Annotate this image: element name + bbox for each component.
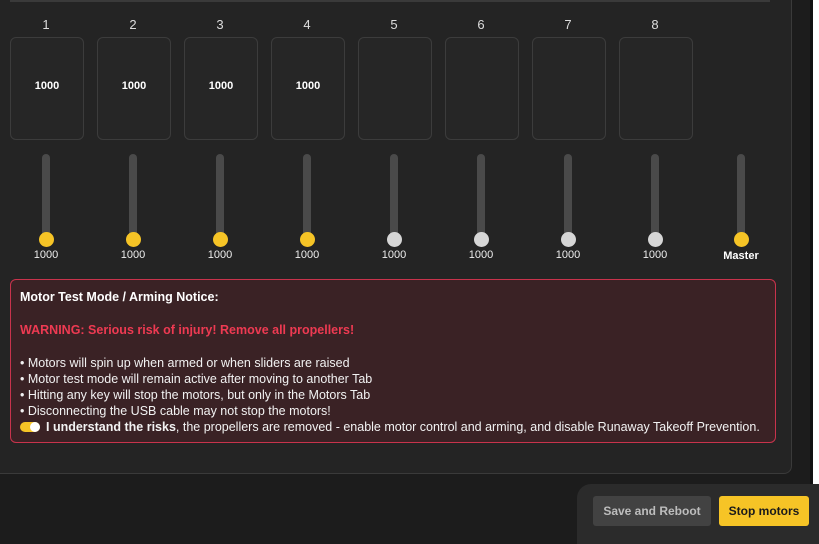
motor-slider-track-6[interactable] (477, 154, 485, 240)
window-edge-shadow (810, 0, 813, 484)
motor-box-2: 1000 (97, 37, 171, 140)
acknowledge-label-bold: I understand the risks (46, 420, 176, 434)
motor-slider-track-4[interactable] (303, 154, 311, 240)
motor-slider-thumb-3[interactable] (212, 232, 228, 247)
motor-slider-thumb-1[interactable] (38, 232, 54, 247)
motor-number-7: 7 (564, 17, 572, 32)
notice-bullet: • Motors will spin up when armed or when… (20, 356, 350, 370)
motor-slider-track-8[interactable] (651, 154, 659, 240)
motor-slider-track-5[interactable] (390, 154, 398, 240)
panel-divider (10, 0, 770, 2)
motor-number-3: 3 (216, 17, 224, 32)
notice-warning: WARNING: Serious risk of injury! Remove … (20, 323, 355, 337)
motor-box-8 (619, 37, 693, 140)
motor-slider-value-5: 1000 (381, 249, 407, 261)
motor-slider-track-7[interactable] (564, 154, 572, 240)
arming-notice: Motor Test Mode / Arming Notice: WARNING… (10, 279, 776, 443)
motor-slider-value-3: 1000 (207, 249, 233, 261)
notice-title: Motor Test Mode / Arming Notice: (20, 290, 219, 304)
motor-slider-thumb-2[interactable] (125, 232, 141, 247)
motor-slider-track-1[interactable] (42, 154, 50, 240)
master-label: Master (723, 250, 759, 262)
notice-bullet: • Disconnecting the USB cable may not st… (20, 404, 331, 418)
motor-box-value: 1000 (208, 80, 234, 92)
motor-box-6 (445, 37, 519, 140)
motor-box-value: 1000 (121, 80, 147, 92)
motor-box-1: 1000 (10, 37, 84, 140)
motor-slider-track-3[interactable] (216, 154, 224, 240)
master-slider-track[interactable] (737, 154, 745, 240)
notice-bullet: • Hitting any key will stop the motors, … (20, 388, 371, 402)
motor-number-8: 8 (651, 17, 659, 32)
motor-number-5: 5 (390, 17, 398, 32)
motor-slider-value-2: 1000 (120, 249, 146, 261)
acknowledge-label-text: , the propellers are removed - enable mo… (175, 420, 760, 434)
motor-box-4: 1000 (271, 37, 345, 140)
motor-slider-thumb-4[interactable] (299, 232, 315, 247)
motor-slider-value-6: 1000 (468, 249, 494, 261)
motor-box-3: 1000 (184, 37, 258, 140)
motor-box-5 (358, 37, 432, 140)
stop-motors-button[interactable]: Stop motors (719, 496, 809, 526)
motor-number-2: 2 (129, 17, 137, 32)
motor-slider-thumb-7[interactable] (560, 232, 576, 247)
acknowledge-toggle[interactable] (20, 422, 40, 432)
motor-number-1: 1 (42, 17, 50, 32)
motor-box-7 (532, 37, 606, 140)
motor-slider-value-4: 1000 (294, 249, 320, 261)
notice-bullet: • Motor test mode will remain active aft… (20, 372, 373, 386)
motor-slider-thumb-6[interactable] (473, 232, 489, 247)
master-slider-thumb[interactable] (733, 232, 749, 247)
motor-number-6: 6 (477, 17, 485, 32)
motor-slider-value-7: 1000 (555, 249, 581, 261)
motor-number-4: 4 (303, 17, 311, 32)
motor-slider-thumb-8[interactable] (647, 232, 663, 247)
motor-slider-value-8: 1000 (642, 249, 668, 261)
motor-box-value: 1000 (34, 80, 60, 92)
motor-box-value: 1000 (295, 80, 321, 92)
toggle-knob (30, 422, 40, 432)
acknowledge-row: I understand the risks, the propellers a… (20, 420, 760, 434)
motor-slider-value-1: 1000 (33, 249, 59, 261)
motor-slider-track-2[interactable] (129, 154, 137, 240)
save-and-reboot-button[interactable]: Save and Reboot (593, 496, 711, 526)
motor-slider-thumb-5[interactable] (386, 232, 402, 247)
